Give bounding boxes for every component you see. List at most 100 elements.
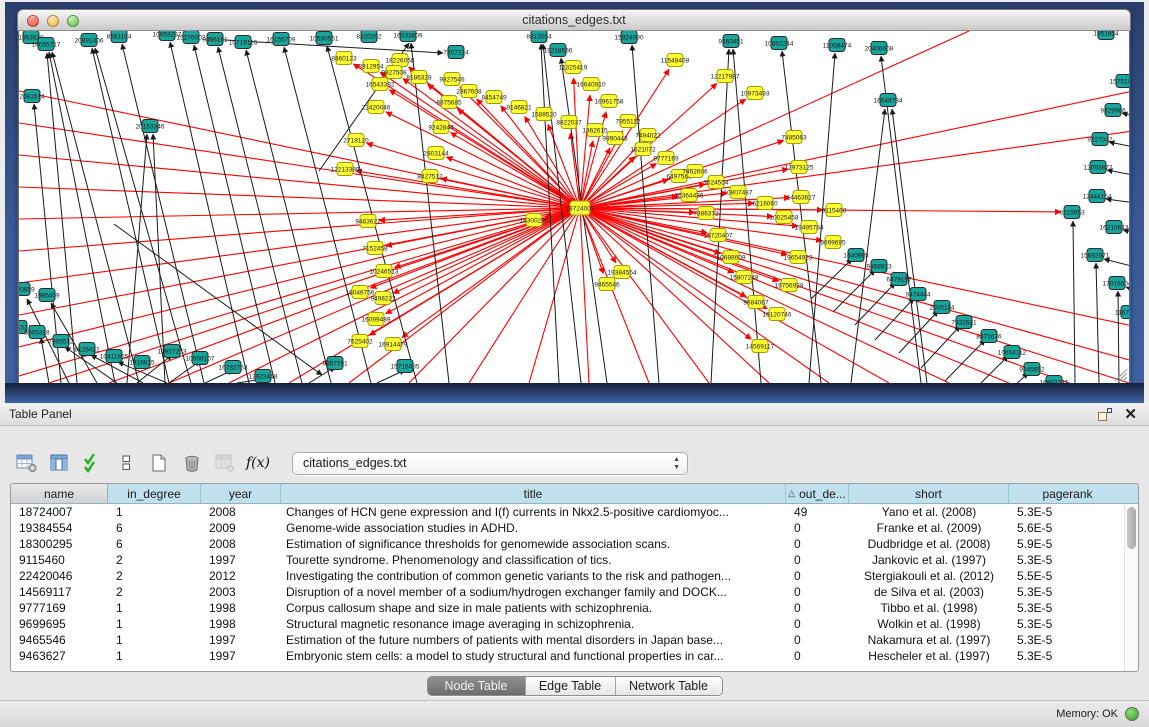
table-cell: 9463627 xyxy=(11,649,108,663)
graph-node-label: 3624554 xyxy=(703,179,729,186)
graph-node-label: 10973493 xyxy=(741,90,770,97)
graph-edge-black xyxy=(1073,221,1075,383)
table-body: 1872400712008Changes of HCN gene express… xyxy=(11,504,1138,664)
table-cell: 5.3E-5 xyxy=(1009,505,1126,519)
graph-node-label: 10025458 xyxy=(770,214,799,221)
tab-edge-table[interactable]: Edge Table xyxy=(525,677,615,695)
graph-edge-red xyxy=(19,208,580,376)
table-panel-title: Table Panel xyxy=(0,407,1098,421)
show-columns-icon[interactable] xyxy=(45,450,75,476)
table-row[interactable]: 977716911998Corpus callosum shape and si… xyxy=(11,600,1138,616)
canvas-resize-grip[interactable] xyxy=(1119,373,1127,381)
table-cell: 9699695 xyxy=(11,617,108,631)
tab-network-table[interactable]: Network Table xyxy=(615,677,722,695)
graph-edge-red xyxy=(19,208,580,347)
graph-node-label: 18724007 xyxy=(566,205,595,212)
node-table: name in_degree year title △ out_de... sh… xyxy=(10,483,1139,672)
zoom-button[interactable] xyxy=(67,15,79,27)
table-row[interactable]: 1872400712008Changes of HCN gene express… xyxy=(11,504,1138,520)
table-cell: 9465546 xyxy=(11,633,108,647)
float-panel-icon[interactable] xyxy=(1098,408,1112,421)
minimize-button[interactable] xyxy=(47,15,59,27)
graph-node-label: 7932621 xyxy=(951,319,977,326)
table-row[interactable]: 1456911722003Disruption of a novel membe… xyxy=(11,584,1138,600)
table-chooser-dropdown[interactable]: citations_edges.txt ▲▼ xyxy=(292,452,688,475)
graph-node-label: 7494022 xyxy=(635,132,661,139)
graph-node-label: 12923448 xyxy=(249,373,278,380)
graph-node-label: 7386372 xyxy=(693,210,719,217)
table-tab-bar: Node Table Edge Table Network Table xyxy=(0,676,1149,696)
column-header-title[interactable]: title xyxy=(281,484,786,503)
table-row[interactable]: 1938455462009Genome-wide association stu… xyxy=(11,520,1138,536)
function-builder-icon[interactable]: f(x) xyxy=(243,450,273,476)
scrollbar-thumb[interactable] xyxy=(1127,507,1136,549)
graph-node-label: 8128422 xyxy=(74,346,100,353)
table-cell: 5.3E-5 xyxy=(1009,601,1126,615)
graph-node-label: 7857224 xyxy=(443,49,469,56)
graph-node-label: 20406608 xyxy=(865,45,894,52)
column-header-out-degree[interactable]: △ out_de... xyxy=(786,484,849,503)
table-cell: Stergiakouli et al. (2012) xyxy=(849,569,1009,583)
graph-node-label: 12217987 xyxy=(711,73,740,80)
graph-node-label: 7462606 xyxy=(682,168,708,175)
graph-edge-black xyxy=(1118,291,1119,383)
column-header-pagerank[interactable]: pagerank xyxy=(1009,484,1126,503)
graph-edge-black xyxy=(246,50,331,383)
graph-edge-black xyxy=(92,48,169,383)
memory-status-indicator[interactable] xyxy=(1125,707,1139,721)
delete-column-icon[interactable] xyxy=(210,450,240,476)
graph-node-label: 14569117 xyxy=(746,343,775,350)
table-cell: 9115460 xyxy=(11,553,108,567)
table-row[interactable]: 911546021997Tourette syndrome. Phenomeno… xyxy=(11,552,1138,568)
graph-node-label: 15807249 xyxy=(730,274,759,281)
table-row[interactable]: 946362711997Embryonic stem cells: a mode… xyxy=(11,648,1138,664)
graph-node-label: 8454749 xyxy=(481,94,507,101)
graph-node-label: 9777169 xyxy=(653,155,679,162)
table-cell: 5.3E-5 xyxy=(1009,585,1126,599)
table-cell: 1 xyxy=(108,649,201,663)
network-canvas[interactable]: 8860123891295418226058982750881863281654… xyxy=(18,31,1130,383)
table-cell: Structural magnetic resonance image aver… xyxy=(281,617,786,631)
table-cell: Tourette syndrome. Phenomenology and cla… xyxy=(281,553,786,567)
table-row[interactable]: 946554611997Estimation of the future num… xyxy=(11,632,1138,648)
delete-table-icon[interactable] xyxy=(177,450,207,476)
column-header-short[interactable]: short xyxy=(849,484,1009,503)
close-panel-icon[interactable]: ✕ xyxy=(1124,408,1137,421)
graph-node-label: 15692971 xyxy=(1081,252,1110,259)
graph-node-label: 9227342 xyxy=(1087,136,1113,143)
table-cell: 0 xyxy=(786,617,849,631)
clear-selection-icon[interactable] xyxy=(111,450,141,476)
graph-node-label: 2935114 xyxy=(930,304,955,311)
table-cell: 9777169 xyxy=(11,601,108,615)
create-table-icon[interactable] xyxy=(144,450,174,476)
graph-node-label: 9358923 xyxy=(866,263,892,270)
table-options-icon[interactable] xyxy=(12,450,42,476)
table-row[interactable]: 969969511998Structural magnetic resonanc… xyxy=(11,616,1138,632)
graph-node-label: 17016504 xyxy=(1103,280,1130,287)
table-row[interactable]: 2242004622012Investigating the contribut… xyxy=(11,568,1138,584)
graph-node-label: 20364436 xyxy=(675,192,704,199)
close-button[interactable] xyxy=(27,15,39,27)
column-header-year[interactable]: year xyxy=(201,484,281,503)
graph-node-label: 16782753 xyxy=(219,364,248,371)
table-cell: 2009 xyxy=(201,521,281,535)
select-all-rows-icon[interactable] xyxy=(78,450,108,476)
graph-node-label: 9466161 xyxy=(202,36,228,43)
graph-node-label: 8186328 xyxy=(406,74,432,81)
column-header-in-degree[interactable]: in_degree xyxy=(108,484,201,503)
network-window-titlebar[interactable]: citations_edges.txt xyxy=(17,9,1131,31)
table-cell: 5.3E-5 xyxy=(1009,617,1126,631)
graph-node-label: 19654923 xyxy=(784,254,813,261)
tab-node-table[interactable]: Node Table xyxy=(428,677,525,695)
canvas-resize-grip[interactable] xyxy=(1123,377,1127,381)
graph-node-label: 2867608 xyxy=(456,88,482,95)
table-cell: Estimation of the future numbers of pati… xyxy=(281,633,786,647)
graph-edge-black xyxy=(1109,142,1130,153)
graph-edge-red xyxy=(19,155,580,208)
table-row[interactable]: 1830029562008Estimation of significance … xyxy=(11,536,1138,552)
graph-node-label: 18226058 xyxy=(386,57,415,64)
graph-node-label: 14055717 xyxy=(32,41,61,48)
column-header-name[interactable]: name xyxy=(11,484,108,503)
graph-edge-black xyxy=(1122,113,1130,124)
graph-node-label: 12213389 xyxy=(331,166,360,173)
